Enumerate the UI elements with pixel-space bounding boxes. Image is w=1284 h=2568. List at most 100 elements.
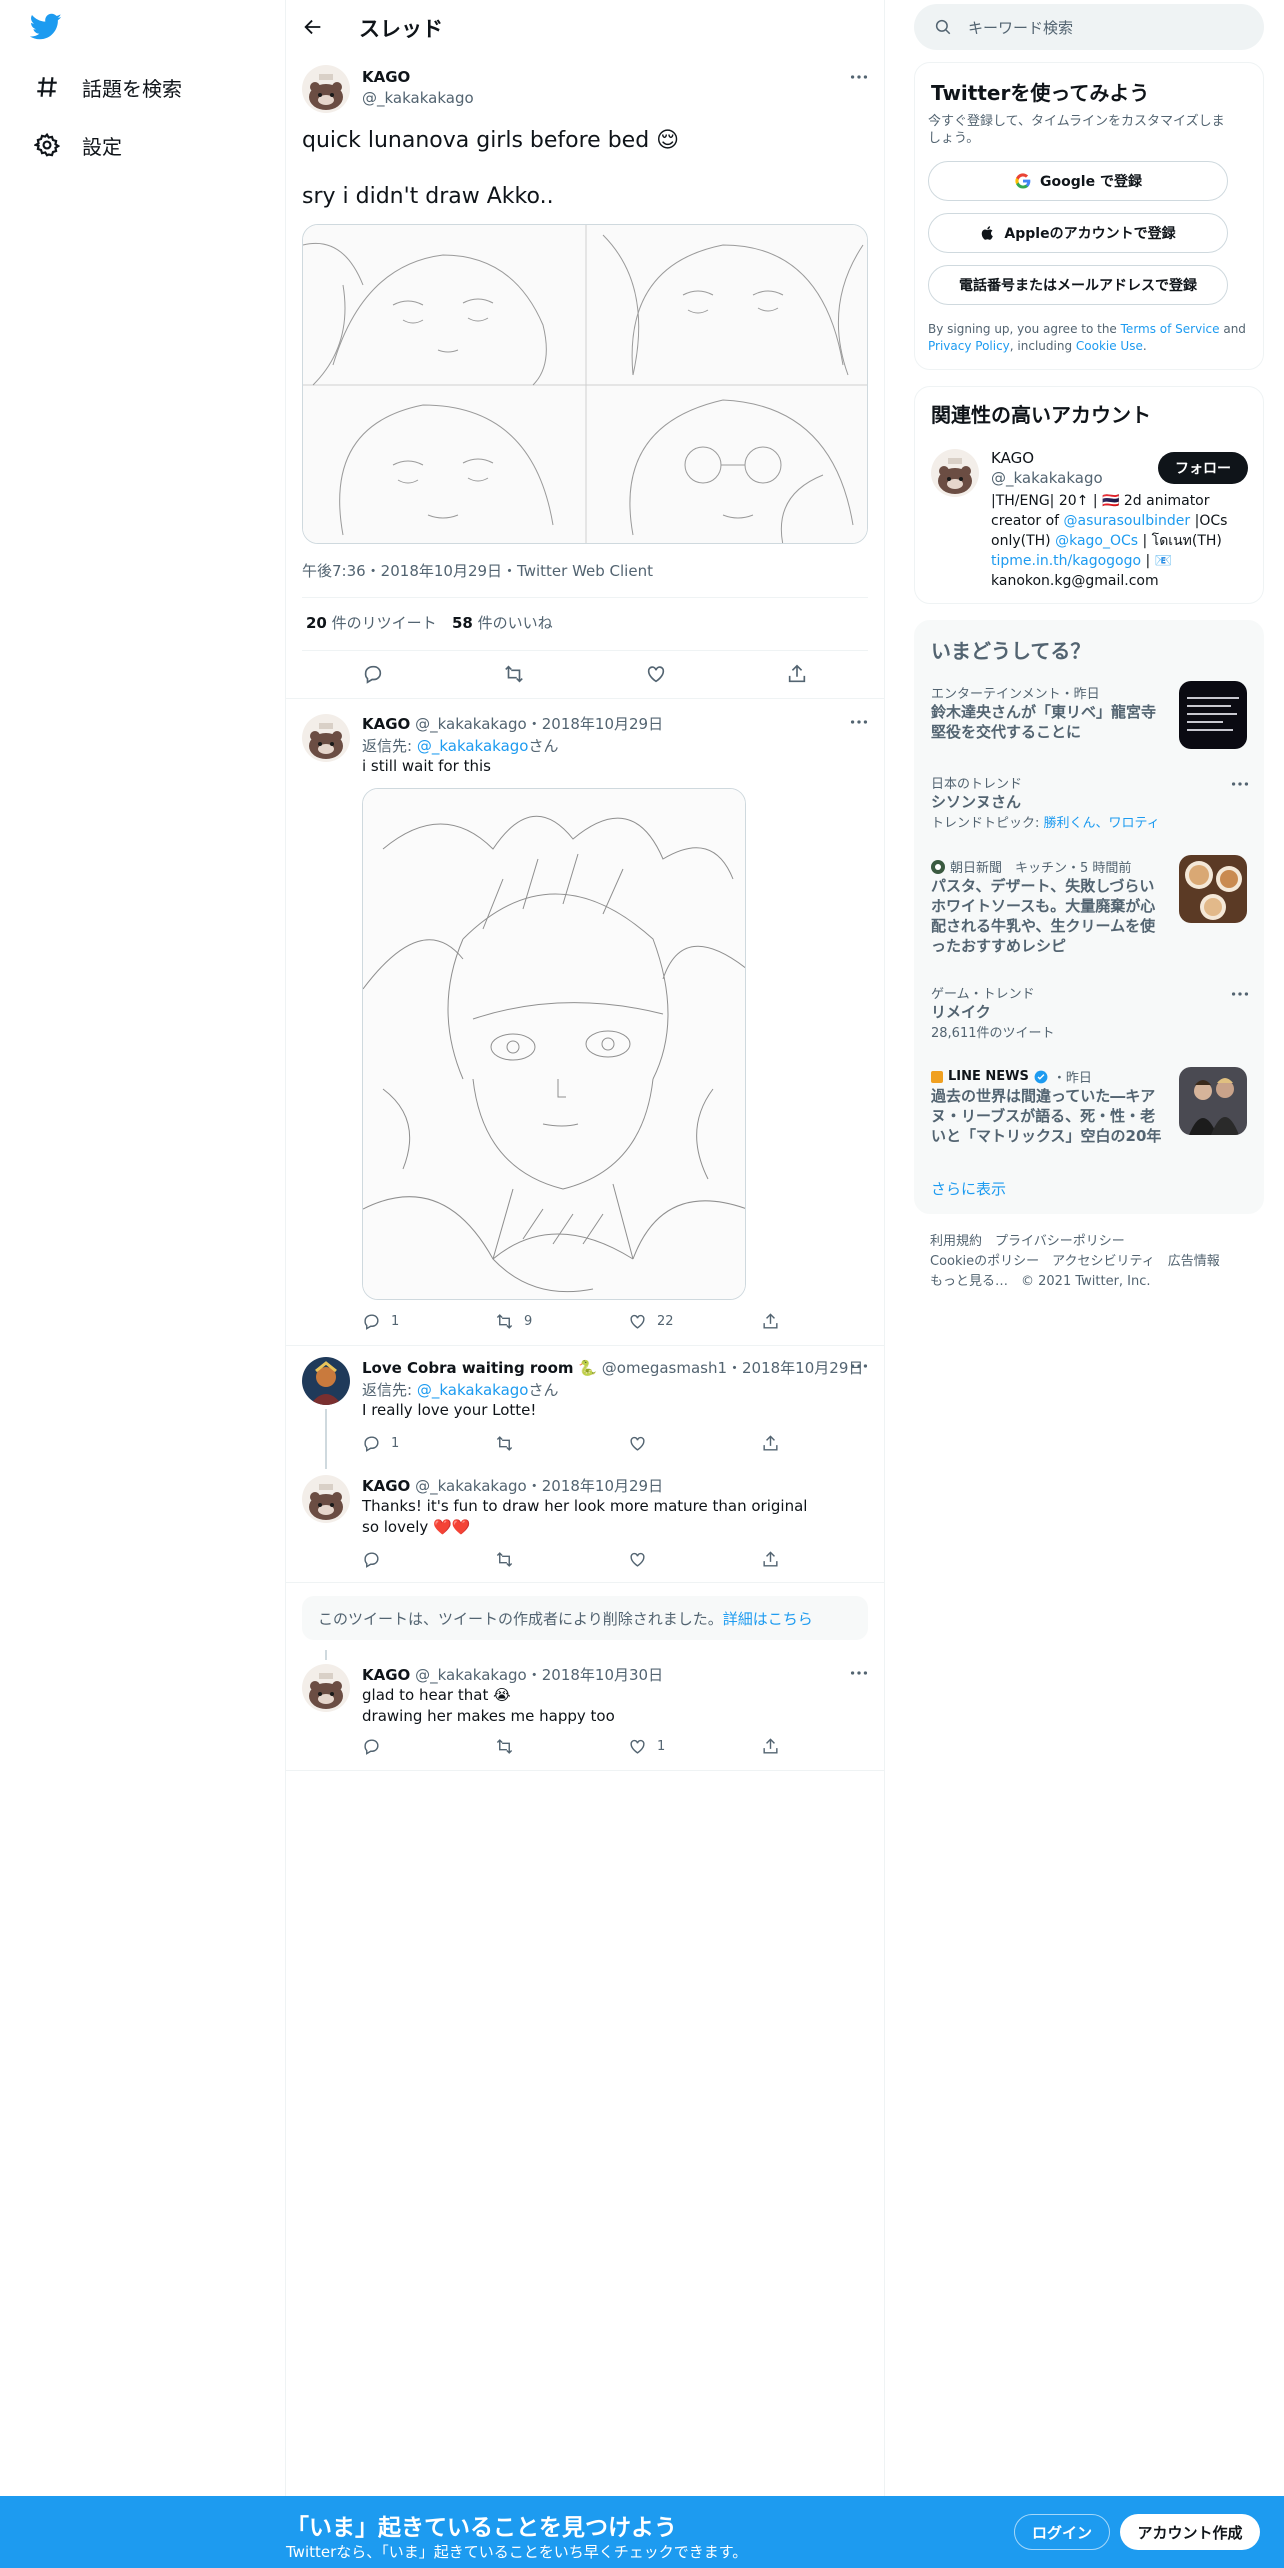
reply-button[interactable]: [362, 1550, 495, 1569]
cookie-use-link[interactable]: Cookie Use: [1076, 339, 1143, 353]
retweet-button[interactable]: [495, 1737, 628, 1756]
back-arrow-icon[interactable]: [302, 16, 324, 38]
author-name[interactable]: Love Cobra waiting room: [362, 1359, 574, 1377]
tweet-timestamp[interactable]: 午後7:36・2018年10月29日・Twitter Web Client: [302, 560, 653, 581]
more-icon[interactable]: [848, 1355, 870, 1377]
like-button[interactable]: [628, 1434, 761, 1453]
share-icon[interactable]: [786, 663, 808, 685]
author-name[interactable]: KAGO: [362, 68, 410, 86]
share-button[interactable]: [761, 1312, 780, 1331]
trend-topic-link[interactable]: 勝利くん、ワロティ: [1044, 816, 1160, 831]
more-icon[interactable]: [1229, 983, 1251, 1005]
google-signup-button[interactable]: Google で登録: [928, 161, 1228, 201]
avatar[interactable]: [302, 1357, 350, 1405]
retweet-button[interactable]: 9: [495, 1312, 628, 1331]
retweets-label: 件のリツイート: [331, 614, 437, 632]
more-icon[interactable]: [848, 66, 870, 88]
more-icon[interactable]: [848, 1662, 870, 1684]
reply-meta[interactable]: @_kakakakago・2018年10月29日: [415, 715, 663, 733]
replying-to-link[interactable]: @_kakakakago: [417, 737, 529, 755]
bio-text: only(TH): [991, 533, 1056, 549]
privacy-policy-link[interactable]: Privacy Policy: [928, 339, 1010, 353]
like-stats[interactable]: 58 件のいいね: [452, 612, 553, 633]
search-input[interactable]: キーワード検索: [968, 17, 1073, 38]
terms-of-service-link[interactable]: Terms of Service: [1121, 322, 1220, 336]
retweet-button[interactable]: [495, 1434, 628, 1453]
reply-action-bar: [362, 1550, 842, 1569]
bio-line: |TH/ENG| 20↑ | 🇹🇭 2d animator: [991, 493, 1210, 509]
more-icon[interactable]: [848, 711, 870, 733]
like-button[interactable]: 22: [628, 1312, 761, 1331]
like-button[interactable]: 1: [628, 1737, 761, 1756]
reply-button[interactable]: 1: [362, 1434, 495, 1453]
retweet-stats[interactable]: 20 件のリツイート: [306, 612, 437, 633]
author-handle[interactable]: @_kakakakago: [362, 89, 474, 107]
deleted-learn-more-link[interactable]: 詳細はこちら: [723, 1608, 813, 1629]
reply-icon[interactable]: [362, 663, 384, 685]
tweet-text-line2: sry i didn't draw Akko..: [302, 184, 554, 209]
replying-to-suffix: さん: [528, 737, 559, 755]
like-icon: [628, 1737, 647, 1756]
reply-text-line2: drawing her makes me happy too: [362, 1707, 615, 1725]
bio-mention-link[interactable]: @asurasoulbinder: [1064, 513, 1191, 529]
avatar[interactable]: [302, 1664, 350, 1712]
bio-mention-link[interactable]: @kago_OCs: [1055, 533, 1138, 549]
footer-line[interactable]: Cookieのポリシー アクセシビリティ 広告情報: [930, 1252, 1220, 1272]
share-icon: [761, 1737, 780, 1756]
reply-header: KAGO @_kakakakago・2018年10月30日: [362, 1664, 663, 1685]
deleted-tweet-notice: このツイートは、ツイートの作成者により削除されました。 詳細はこちら: [302, 1596, 868, 1640]
reply-text: i still wait for this: [362, 757, 491, 775]
trend-title: ったおすすめレシピ: [931, 937, 1067, 955]
like-button[interactable]: [628, 1550, 761, 1569]
bio-url-link[interactable]: tipme.in.th/kagogogo: [991, 553, 1141, 569]
avatar[interactable]: [931, 449, 979, 497]
reply-action-bar: 1 9 22: [362, 1312, 842, 1331]
reply-meta[interactable]: @_kakakakago・2018年10月30日: [415, 1666, 663, 1684]
login-button[interactable]: ログイン: [1014, 2514, 1110, 2550]
follow-button[interactable]: フォロー: [1158, 452, 1248, 484]
footer-line[interactable]: もっと見る… © 2021 Twitter, Inc.: [930, 1272, 1220, 1292]
related-handle[interactable]: @_kakakakago: [991, 469, 1103, 487]
twitter-logo-icon[interactable]: [30, 13, 62, 41]
reply-count: 1: [391, 1436, 400, 1451]
share-button[interactable]: [761, 1434, 780, 1453]
show-more-link[interactable]: さらに表示: [931, 1178, 1006, 1199]
footer-links[interactable]: 利用規約 プライバシーポリシー Cookieのポリシー アクセシビリティ 広告情…: [930, 1232, 1220, 1292]
replying-to-link[interactable]: @_kakakakago: [417, 1381, 529, 1399]
nav-settings[interactable]: 設定: [34, 125, 122, 165]
search-icon: [934, 18, 952, 36]
like-icon[interactable]: [645, 663, 667, 685]
news-source-logo-icon: [931, 1070, 943, 1083]
footer-line[interactable]: 利用規約 プライバシーポリシー: [930, 1232, 1220, 1252]
phone-email-signup-button[interactable]: 電話番号またはメールアドレスで登録: [928, 265, 1228, 305]
reply-image-sketch[interactable]: [362, 788, 746, 1300]
trend-item[interactable]: ゲーム・トレンド リメイク 28,611件のツイート: [931, 983, 1251, 1041]
reply-button[interactable]: [362, 1737, 495, 1756]
avatar[interactable]: [302, 65, 350, 113]
tweet-image-sketch[interactable]: [302, 224, 868, 544]
avatar[interactable]: [302, 714, 350, 762]
replying-to-prefix: 返信先:: [362, 1381, 417, 1399]
reply-meta[interactable]: @_kakakakago・2018年10月29日: [415, 1477, 663, 1495]
trend-item[interactable]: 日本のトレンド シソンヌさん トレンドトピック: 勝利くん、ワロティ: [931, 773, 1251, 831]
signup-button[interactable]: アカウント作成: [1120, 2514, 1260, 2550]
likes-label: 件のいいね: [477, 614, 553, 632]
tweet-text-line1: quick lunanova girls before bed 😌: [302, 128, 680, 153]
reply-meta[interactable]: @omegasmash1・2018年10月29日: [602, 1359, 864, 1377]
author-name[interactable]: KAGO: [362, 1477, 410, 1495]
share-button[interactable]: [761, 1550, 780, 1569]
avatar[interactable]: [302, 1475, 350, 1523]
share-button[interactable]: [761, 1737, 780, 1756]
nav-explore[interactable]: 話題を検索: [34, 67, 182, 107]
search-box[interactable]: キーワード検索: [914, 4, 1264, 50]
related-name[interactable]: KAGO: [991, 449, 1034, 467]
reply-button[interactable]: 1: [362, 1312, 495, 1331]
retweet-button[interactable]: [495, 1550, 628, 1569]
apple-signup-button[interactable]: Appleのアカウントで登録: [928, 213, 1228, 253]
page-title: スレッド: [359, 17, 443, 41]
retweet-icon: [495, 1550, 514, 1569]
retweet-icon[interactable]: [503, 663, 525, 685]
more-icon[interactable]: [1229, 773, 1251, 795]
author-name[interactable]: KAGO: [362, 715, 410, 733]
author-name[interactable]: KAGO: [362, 1666, 410, 1684]
